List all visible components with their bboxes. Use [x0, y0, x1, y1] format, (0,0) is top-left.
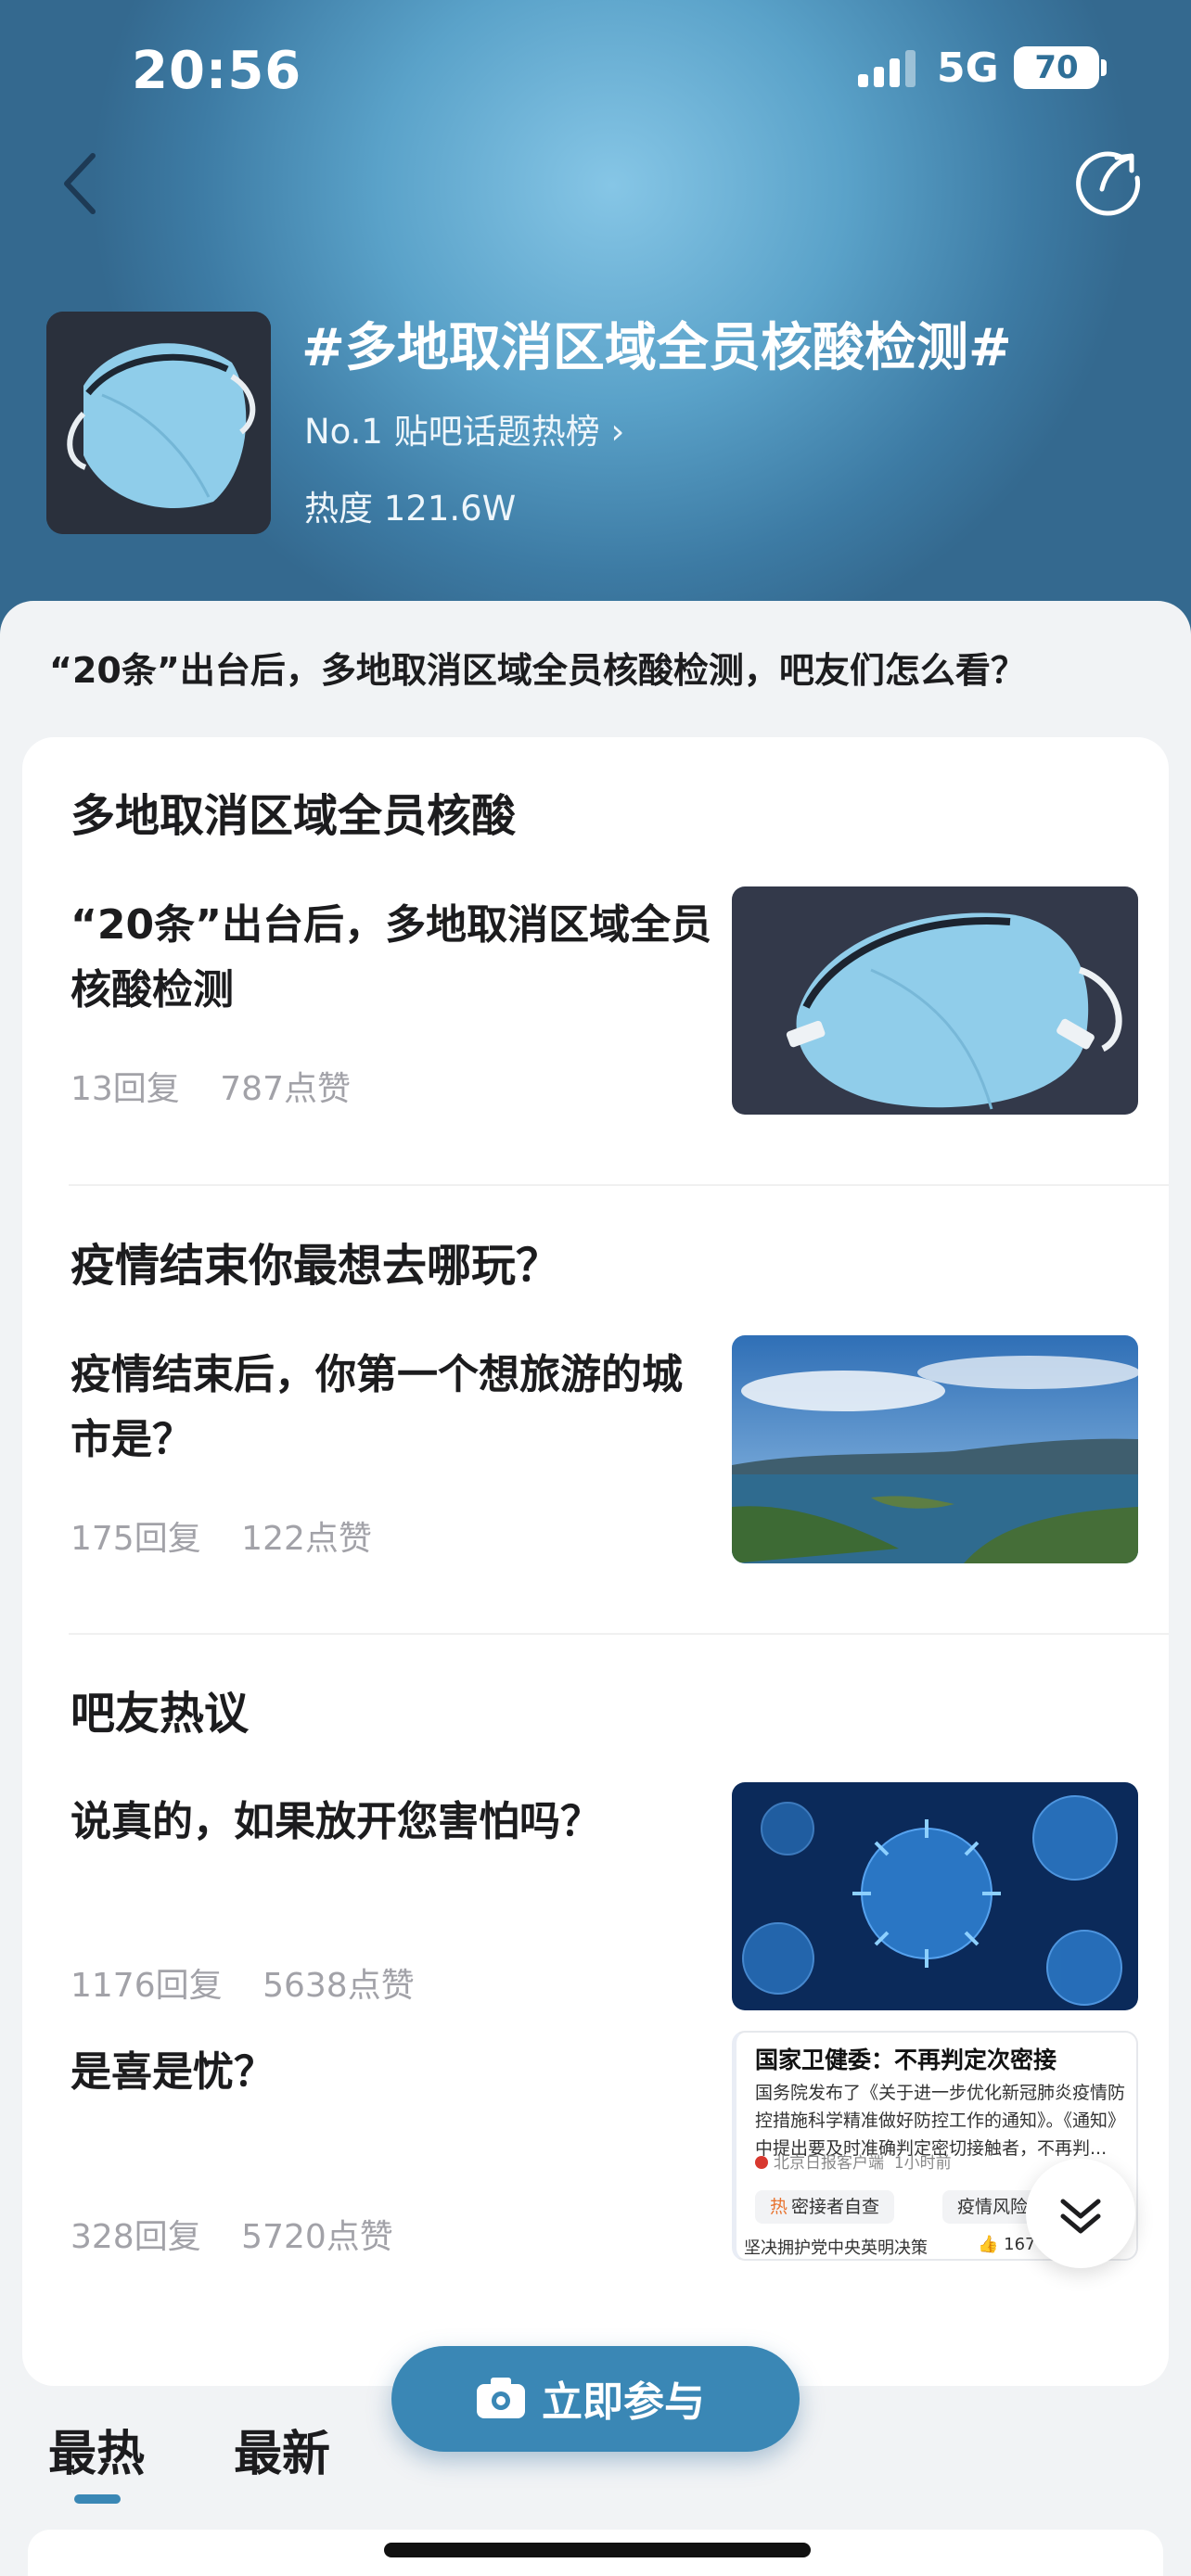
- like-count: 5638点赞: [263, 1967, 415, 2005]
- reply-count: 175回复: [70, 1520, 201, 1558]
- source-logo-icon: [755, 2156, 768, 2169]
- post-stats: 13回复 787点赞: [70, 1062, 380, 1110]
- battery-cap: [1101, 59, 1107, 76]
- news-source: 北京日报客户端 1小时前: [755, 2149, 952, 2173]
- post-title[interactable]: 说真的，如果放开您害怕吗？: [70, 1790, 720, 1855]
- reply-count: 1176回复: [70, 1967, 223, 2005]
- status-time: 20:56: [132, 41, 302, 101]
- like-count: 122点赞: [241, 1520, 372, 1558]
- like-count: 787点赞: [220, 1070, 351, 1108]
- share-icon[interactable]: [1074, 147, 1145, 217]
- post-stats: 175回复 122点赞: [70, 1511, 402, 1560]
- home-indicator[interactable]: [384, 2543, 811, 2557]
- section-title[interactable]: 多地取消区域全员核酸: [70, 779, 516, 844]
- reply-count: 13回复: [70, 1070, 180, 1108]
- news-tag: 热密接者自查: [755, 2190, 895, 2224]
- section-title[interactable]: 疫情结束你最想去哪玩？: [70, 1229, 560, 1294]
- post-stats: 328回复 5720点赞: [70, 2210, 423, 2258]
- battery-icon: 70: [1014, 46, 1099, 89]
- topic-image-mask: [46, 312, 271, 534]
- tab-indicator: [74, 2494, 121, 2504]
- network-type: 5G: [937, 45, 999, 92]
- tab-newest[interactable]: 最新: [234, 2415, 330, 2484]
- post-thumbnail-virus[interactable]: [732, 1782, 1138, 2010]
- like-count: 5720点赞: [241, 2218, 393, 2256]
- news-headline: 国家卫健委：不再判定次密接: [755, 2047, 1057, 2073]
- post-stats: 1176回复 5638点赞: [70, 1958, 444, 2007]
- heat-value: 热度 121.6W: [304, 489, 517, 529]
- camera-icon: [477, 2378, 525, 2418]
- post-thumbnail-lake[interactable]: [732, 1335, 1138, 1563]
- participate-label: 立即参与: [542, 2378, 705, 2426]
- topic-question: “20条”出台后，多地取消区域全员核酸检测，吧友们怎么看？: [49, 650, 1026, 691]
- post-title[interactable]: “20条”出台后，多地取消区域全员核酸检测: [70, 893, 720, 1023]
- news-likes: 👍 167: [978, 2235, 1036, 2254]
- signal-icon: [858, 50, 916, 87]
- back-arrow-icon[interactable]: [54, 148, 109, 219]
- post-thumbnail-mask[interactable]: [732, 886, 1138, 1115]
- news-footer: 坚决拥护党中央英明决策 👍 167: [744, 2235, 1036, 2258]
- rank-link[interactable]: No.1 贴吧话题热榜 ›: [304, 403, 624, 453]
- post-title[interactable]: 是喜是忧？: [70, 2040, 386, 2105]
- topic-header: 20:56 5G 70 #多地取消区域全员核酸检测# No.1 贴吧话题热榜 ›…: [0, 0, 1191, 649]
- topic-title: #多地取消区域全员核酸检测#: [301, 318, 1012, 378]
- rank-label: No.1 贴吧话题热榜: [304, 412, 600, 452]
- participate-button[interactable]: 立即参与: [391, 2346, 800, 2452]
- tab-hottest[interactable]: 最热: [48, 2415, 145, 2484]
- post-title[interactable]: 疫情结束后，你第一个想旅游的城市是？: [70, 1343, 720, 1473]
- chevron-right-icon: ›: [610, 412, 625, 452]
- divider: [69, 1633, 1169, 1635]
- divider: [69, 1184, 1169, 1186]
- collapse-chevron-icon[interactable]: [1026, 2159, 1135, 2268]
- section-title: 吧友热议: [70, 1688, 250, 1740]
- reply-count: 328回复: [70, 2218, 201, 2256]
